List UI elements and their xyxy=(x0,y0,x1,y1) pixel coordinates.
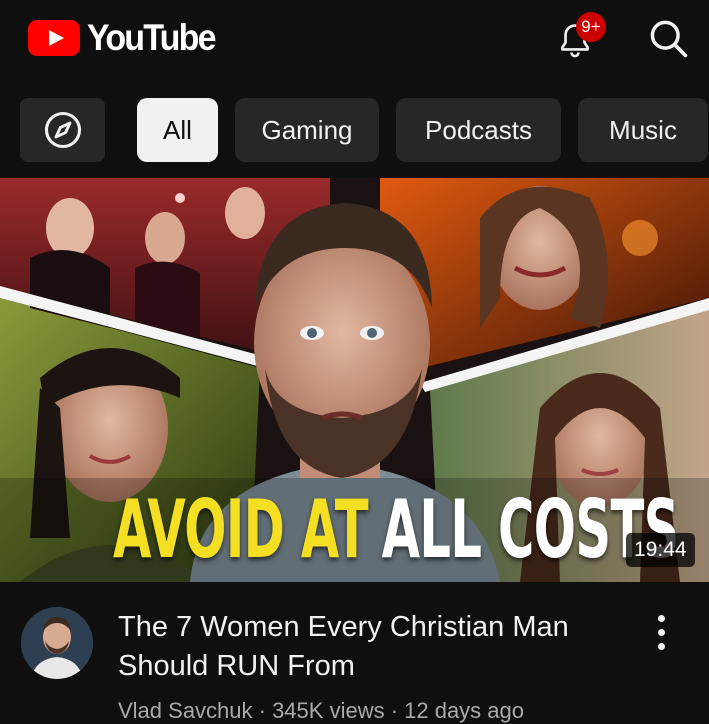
notification-badge: 9+ xyxy=(576,12,606,42)
top-app-bar: YouTube 9+ xyxy=(0,0,709,80)
search-icon xyxy=(650,20,688,58)
category-chips: All Gaming Podcasts Music xyxy=(0,98,709,162)
video-title[interactable]: The 7 Women Every Christian Man Should R… xyxy=(118,608,638,686)
app-name: YouTube xyxy=(87,17,217,58)
video-title-line-2: Should RUN From xyxy=(118,650,355,682)
chip-all[interactable]: All xyxy=(137,98,218,162)
chip-gaming[interactable]: Gaming xyxy=(235,98,379,162)
youtube-logo[interactable]: YouTube xyxy=(28,17,226,58)
search-button[interactable] xyxy=(646,16,690,60)
thumbnail-headline-part1: AVOID AT xyxy=(113,483,369,576)
video-subline: Vlad Savchuk · 345K views · 12 days ago xyxy=(118,698,525,723)
thumbnail-headline: AVOID AT ALL COSTS xyxy=(113,476,679,570)
video-title-line-1: The 7 Women Every Christian Man xyxy=(118,611,569,643)
video-details: The 7 Women Every Christian Man Should R… xyxy=(0,582,709,723)
video-duration-badge: 19:44 xyxy=(626,533,695,567)
chip-music[interactable]: Music xyxy=(578,98,708,162)
channel-avatar[interactable] xyxy=(21,607,93,679)
avatar-portrait xyxy=(21,607,93,679)
notifications-button[interactable]: 9+ xyxy=(548,10,612,66)
youtube-logo-icon xyxy=(28,20,80,56)
explore-button[interactable] xyxy=(20,98,105,162)
compass-icon xyxy=(44,111,81,149)
more-vert-icon[interactable] xyxy=(648,612,674,652)
chip-podcasts[interactable]: Podcasts xyxy=(396,98,561,162)
